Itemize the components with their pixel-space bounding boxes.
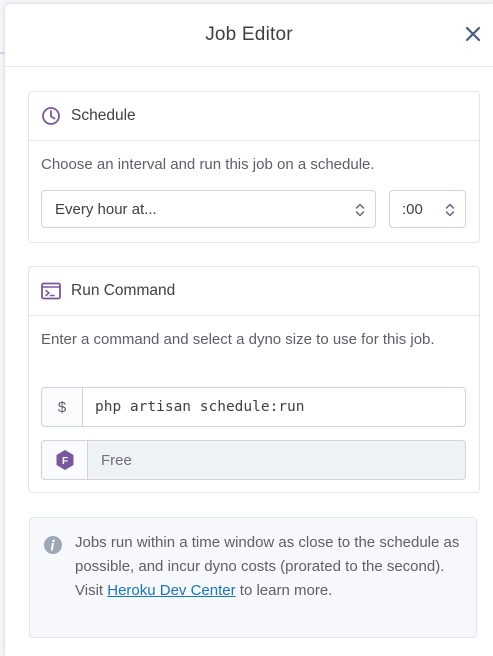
schedule-card-body: Choose an interval and run this job on a… [29, 141, 479, 188]
schedule-title: Schedule [71, 107, 136, 124]
interval-select-value: Every hour at... [55, 200, 157, 218]
info-icon [43, 535, 63, 560]
command-field[interactable]: $ [41, 387, 466, 427]
dyno-badge-letter: F [61, 456, 67, 467]
interval-select[interactable]: Every hour at... [41, 190, 376, 228]
clock-icon [41, 106, 61, 126]
info-notice: Jobs run within a time window as close t… [29, 517, 477, 638]
run-command-title: Run Command [71, 282, 176, 299]
dyno-size-value: Free [101, 451, 132, 469]
modal-title: Job Editor [205, 24, 293, 45]
command-prefix: $ [42, 388, 83, 426]
run-command-card-header: Run Command [29, 267, 479, 316]
schedule-card-header: Schedule [29, 92, 479, 141]
minute-select[interactable]: :00 [389, 190, 466, 228]
run-command-description: Enter a command and select a dyno size t… [41, 331, 435, 348]
run-command-card: Run Command Enter a command and select a… [28, 266, 480, 493]
close-icon[interactable] [463, 24, 483, 44]
schedule-card: Schedule Choose an interval and run this… [28, 91, 480, 243]
run-command-card-body: Enter a command and select a dyno size t… [29, 316, 479, 363]
terminal-icon [41, 281, 61, 301]
modal-header: Job Editor [5, 4, 493, 67]
schedule-description: Choose an interval and run this job on a… [41, 156, 375, 173]
heroku-dev-center-link[interactable]: Heroku Dev Center [107, 582, 235, 599]
info-text: Jobs run within a time window as close t… [75, 531, 465, 603]
dyno-hexagon-icon: F [56, 450, 73, 470]
minute-select-value: :00 [402, 200, 423, 218]
command-input[interactable] [83, 388, 465, 426]
chevron-updown-icon [355, 202, 365, 218]
dyno-badge: F [42, 441, 88, 479]
job-editor-modal: Job Editor Schedule Choose an interval a… [5, 4, 493, 656]
chevron-updown-icon [445, 202, 455, 218]
info-text-after: to learn more. [235, 582, 333, 599]
dyno-size-select[interactable]: F Free [41, 440, 466, 480]
